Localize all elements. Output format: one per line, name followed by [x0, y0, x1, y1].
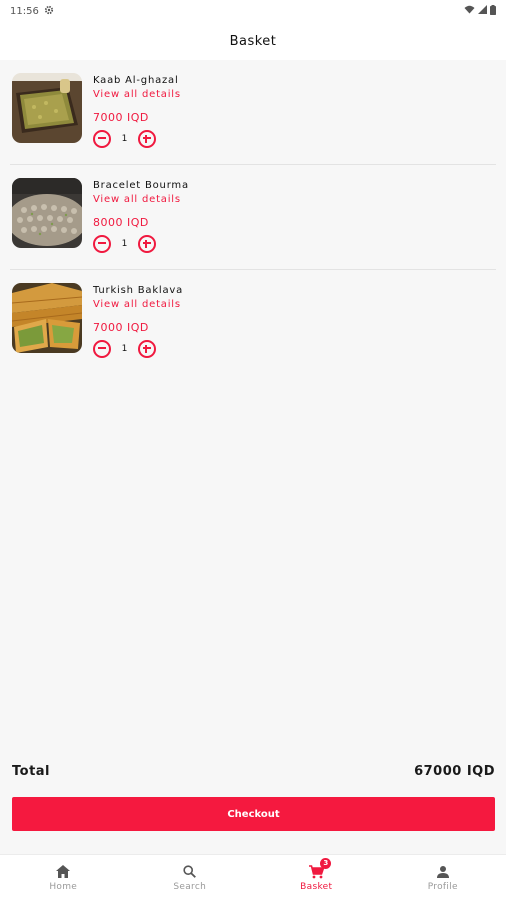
status-left: 11:56 [10, 5, 54, 18]
quantity-stepper: 1 [93, 339, 393, 359]
decrease-quantity-button[interactable] [93, 235, 111, 253]
nav-label: Basket [300, 881, 333, 892]
home-icon [55, 864, 71, 880]
battery-icon [490, 4, 496, 18]
checkout-button[interactable]: Checkout [12, 797, 495, 831]
nav-item-profile[interactable]: Profile [380, 855, 506, 900]
item-name: Turkish Baklava [93, 285, 184, 296]
item-name: Bracelet Bourma [93, 180, 189, 191]
product-image-bracelet-bourma[interactable] [12, 178, 82, 248]
total-value: 67000 IQD [414, 763, 495, 779]
basket-item[interactable]: Turkish Baklava View all details 7000 IQ… [10, 270, 496, 375]
status-right [464, 4, 496, 18]
decrease-quantity-button[interactable] [93, 130, 111, 148]
basket-list: Kaab Al-ghazal View all details 7000 IQD… [0, 60, 506, 375]
basket-item[interactable]: Bracelet Bourma View all details 8000 IQ… [10, 165, 496, 270]
item-price: 7000 IQD [93, 321, 149, 334]
cart-icon: 3 [308, 857, 332, 880]
product-image-turkish-baklava[interactable] [12, 283, 82, 353]
nav-item-search[interactable]: Search [127, 855, 254, 900]
decrease-quantity-button[interactable] [93, 340, 111, 358]
nav-label: Profile [427, 881, 458, 892]
item-info: Bracelet Bourma View all details 8000 IQ… [93, 179, 393, 254]
view-details-link[interactable]: View all details [93, 298, 393, 312]
nav-label: Search [173, 881, 207, 892]
nav-item-basket[interactable]: 3 Basket [253, 855, 380, 900]
increase-quantity-button[interactable] [138, 340, 156, 358]
quantity-stepper: 1 [93, 129, 393, 149]
increase-quantity-button[interactable] [138, 235, 156, 253]
increase-quantity-button[interactable] [138, 130, 156, 148]
app-bar: Basket [0, 22, 506, 60]
item-price: 7000 IQD [93, 111, 149, 124]
quantity-value: 1 [121, 134, 128, 144]
product-image-kaab-al-ghazal[interactable] [12, 73, 82, 143]
quantity-value: 1 [121, 344, 128, 354]
nav-label: Home [49, 881, 78, 892]
search-icon [182, 864, 198, 880]
cart-count-badge: 3 [320, 857, 332, 869]
item-price: 8000 IQD [93, 216, 149, 229]
view-details-link[interactable]: View all details [93, 88, 393, 102]
quantity-value: 1 [121, 239, 128, 249]
item-name: Kaab Al-ghazal [93, 75, 179, 86]
person-icon [435, 864, 451, 880]
signal-icon [478, 5, 487, 17]
total-label: Total [12, 763, 51, 779]
nav-item-home[interactable]: Home [0, 855, 127, 900]
item-info: Turkish Baklava View all details 7000 IQ… [93, 284, 393, 359]
settings-gear-icon [44, 5, 54, 18]
total-row: Total 67000 IQD [12, 760, 495, 782]
status-bar: 11:56 [0, 0, 506, 22]
page-title: Basket [229, 33, 277, 49]
status-time: 11:56 [10, 5, 39, 17]
wifi-icon [464, 5, 475, 17]
basket-item[interactable]: Kaab Al-ghazal View all details 7000 IQD… [10, 60, 496, 165]
view-details-link[interactable]: View all details [93, 193, 393, 207]
bottom-nav: Home Search 3 Basket Profile [0, 854, 506, 900]
quantity-stepper: 1 [93, 234, 393, 254]
item-info: Kaab Al-ghazal View all details 7000 IQD… [93, 74, 393, 149]
